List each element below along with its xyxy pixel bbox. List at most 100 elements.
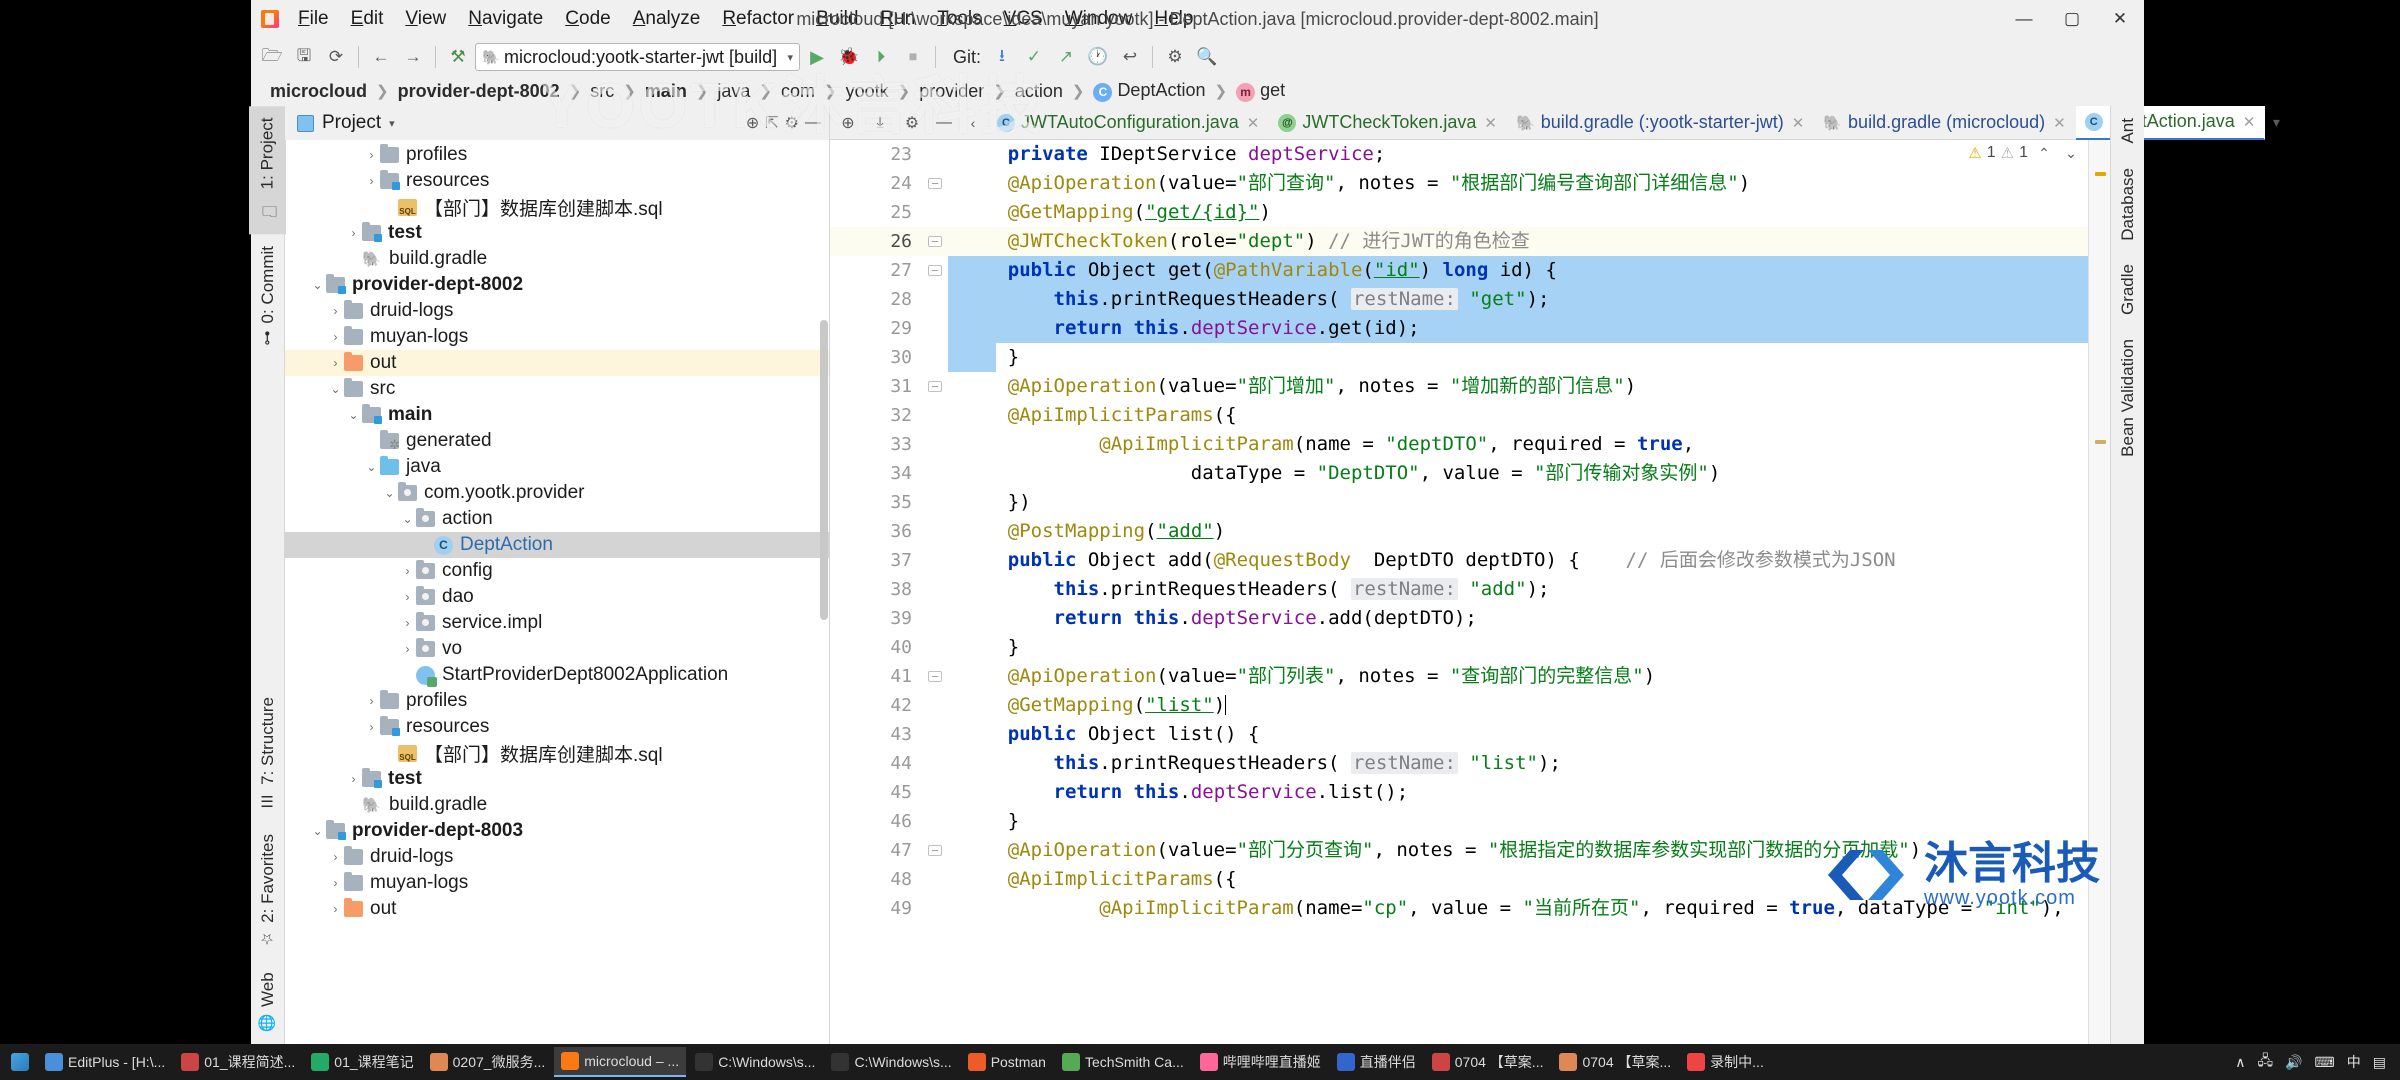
menu-item-window[interactable]: Window — [1054, 5, 1144, 33]
chevron-down-icon[interactable]: ⌄ — [309, 824, 326, 838]
minimize-button[interactable]: — — [2000, 0, 2048, 38]
fold-cell[interactable] — [922, 691, 948, 720]
editor-tab-jwtautoconfiguration-java[interactable]: C JWTAutoConfiguration.java ✕ — [988, 106, 1269, 140]
chevron-down-icon[interactable]: ▾ — [2265, 114, 2287, 131]
line-number[interactable]: 49 — [830, 894, 922, 923]
stop-icon[interactable]: ⏹ — [898, 43, 928, 71]
fold-cell[interactable] — [922, 546, 948, 575]
tree-node-action[interactable]: ⌄ action — [285, 506, 829, 532]
line-number[interactable]: 40 — [830, 633, 922, 662]
tree-node-com.yootk.provider[interactable]: ⌄ com.yootk.provider — [285, 480, 829, 506]
code-line[interactable]: @ApiOperation(value="部门增加", notes = "增加新… — [948, 372, 2088, 401]
breadcrumb-item-microcloud[interactable]: microcloud — [265, 80, 372, 103]
fold-cell[interactable] — [922, 807, 948, 836]
fold-cell[interactable] — [922, 459, 948, 488]
chevron-right-icon[interactable]: › — [363, 720, 380, 734]
locate-icon[interactable]: ⊕ — [746, 113, 759, 133]
chevron-down-icon[interactable]: ⌄ — [381, 486, 398, 500]
tree-node-resources[interactable]: › resources — [285, 168, 829, 194]
run-configuration-selector[interactable]: 🐘 microcloud:yootk-starter-jwt [build] ▾ — [475, 43, 800, 71]
build-hammer-icon[interactable]: ⚒ — [443, 43, 473, 71]
line-number[interactable]: 47 — [830, 836, 922, 865]
rollback-icon[interactable]: ↩ — [1115, 43, 1145, 71]
taskbar-item[interactable]: C:\Windows\s... — [824, 1047, 958, 1077]
tree-node-profiles[interactable]: › profiles — [285, 688, 829, 714]
line-number[interactable]: 24 — [830, 169, 922, 198]
chevron-down-icon[interactable]: ▾ — [787, 51, 793, 64]
code-line[interactable]: @ApiImplicitParam(name="cp", value = "当前… — [948, 894, 2088, 923]
code-line[interactable]: @ApiOperation(value="部门列表", notes = "查询部… — [948, 662, 2088, 691]
tree-node-muyan-logs[interactable]: › muyan-logs — [285, 324, 829, 350]
fold-cell[interactable] — [922, 778, 948, 807]
scroll-tabs-left-icon[interactable]: ‹ — [962, 115, 984, 131]
code-line[interactable]: @JWTCheckToken(role="dept") // 进行JWT的角色检… — [948, 227, 2088, 256]
fold-collapse-icon[interactable]: − — [928, 844, 942, 857]
code-line[interactable]: @ApiImplicitParam(name = "deptDTO", requ… — [948, 430, 2088, 459]
breadcrumb-item-yootk[interactable]: yootk — [841, 80, 894, 103]
line-number[interactable]: 27⮑ — [830, 256, 944, 285]
tree-node-druid-logs[interactable]: › druid-logs — [285, 844, 829, 870]
sidebar-item-database[interactable]: Database — [2112, 156, 2144, 253]
taskbar-item[interactable]: EditPlus - [H:\... — [38, 1047, 172, 1077]
project-tree-scrollbar[interactable] — [820, 320, 828, 620]
tree-node-test[interactable]: › test — [285, 220, 829, 246]
line-number[interactable]: 23⮑ — [830, 140, 944, 169]
open-folder-icon[interactable]: 🗁 — [257, 43, 287, 71]
breadcrumb-item-action[interactable]: action — [1010, 80, 1068, 103]
sidebar-item-ant[interactable]: Ant — [2112, 106, 2144, 156]
menu-item-refactor[interactable]: Refactor — [711, 5, 805, 33]
editor-tab-deptaction-java[interactable]: C DeptAction.java ✕ — [2075, 105, 2266, 140]
editor-tab-build-gradle-yootk-starter-jwt-[interactable]: 🐘 build.gradle (:yootk-starter-jwt) ✕ — [1507, 106, 1814, 140]
code-line[interactable]: @ApiOperation(value="部门查询", notes = "根据部… — [948, 169, 2088, 198]
fold-cell[interactable] — [922, 517, 948, 546]
weak-warning-marker[interactable] — [2095, 440, 2106, 444]
search-icon[interactable]: 🔍 — [1192, 43, 1222, 71]
line-number[interactable]: 29 — [830, 314, 922, 343]
code-line[interactable]: public Object get(@PathVariable("id") lo… — [948, 256, 2088, 285]
settings-icon[interactable]: ⚙ — [785, 113, 799, 133]
code-line[interactable]: public Object list() { — [948, 720, 2088, 749]
menu-item-build[interactable]: Build — [805, 5, 869, 33]
code-line[interactable]: this.printRequestHeaders( restName: "lis… — [948, 749, 2088, 778]
push-icon[interactable]: ↗ — [1051, 43, 1081, 71]
line-number-gutter[interactable]: 23⮑24252627⮑28293031323334353637⮑3839404… — [830, 140, 944, 1044]
menu-item-run[interactable]: Run — [869, 5, 926, 33]
taskbar-item[interactable]: 直播伴侣 — [1330, 1047, 1423, 1077]
breadcrumb-item-com[interactable]: com — [776, 80, 820, 103]
chevron-right-icon[interactable]: › — [327, 876, 344, 890]
chevron-right-icon[interactable]: › — [399, 590, 416, 604]
line-number[interactable]: 48 — [830, 865, 922, 894]
history-icon[interactable]: 🕐 — [1083, 43, 1113, 71]
line-number[interactable]: 41 — [830, 662, 922, 691]
code-content[interactable]: private IDeptService deptService; @ApiOp… — [948, 140, 2088, 1044]
fold-cell[interactable]: −💡 — [922, 227, 965, 256]
hide-icon[interactable]: — — [805, 114, 821, 132]
tray-icon[interactable]: ▤ — [2373, 1054, 2386, 1071]
breadcrumb-item-main[interactable]: main — [640, 80, 692, 103]
code-line[interactable]: }) — [948, 488, 2088, 517]
editor-tabs[interactable]: C JWTAutoConfiguration.java ✕ @ JWTCheckToke… — [988, 105, 2266, 140]
fold-cell[interactable] — [922, 575, 948, 604]
menu-item-code[interactable]: Code — [554, 5, 621, 33]
sidebar-item-gradle[interactable]: Gradle — [2112, 252, 2144, 327]
chevron-right-icon[interactable]: › — [327, 356, 344, 370]
code-line[interactable]: @GetMapping("get/{id}") — [948, 198, 2088, 227]
code-line[interactable]: @ApiOperation(value="部门分页查询", notes = "根… — [948, 836, 2088, 865]
taskbar-item[interactable]: 0207_微服务... — [423, 1047, 553, 1077]
tree-node--.sql[interactable]: SQL 【部门】数据库创建脚本.sql — [285, 194, 829, 220]
breadcrumb-item-src[interactable]: src — [585, 80, 619, 103]
tree-node-build.gradle[interactable]: 🐘 build.gradle — [285, 246, 829, 272]
chevron-right-icon[interactable]: › — [399, 616, 416, 630]
taskbar-item[interactable]: microcloud – ... — [554, 1047, 687, 1077]
close-tab-icon[interactable]: ✕ — [1484, 114, 1497, 132]
menu-item-view[interactable]: View — [394, 5, 457, 33]
sidebar-item-project[interactable]: 🗀 1: Project — [249, 106, 286, 235]
taskbar-item[interactable]: 录制中... — [1680, 1047, 1771, 1077]
tree-node-muyan-logs[interactable]: › muyan-logs — [285, 870, 829, 896]
collapse-icon[interactable]: ⤓ — [866, 110, 894, 136]
line-number[interactable]: 26 — [830, 227, 922, 256]
breadcrumb-item-java[interactable]: java — [712, 80, 755, 103]
code-line[interactable]: public Object add(@RequestBody DeptDTO d… — [948, 546, 2088, 575]
chevron-down-icon[interactable]: ⌄ — [309, 278, 326, 292]
back-arrow-icon[interactable]: ← — [366, 43, 396, 71]
